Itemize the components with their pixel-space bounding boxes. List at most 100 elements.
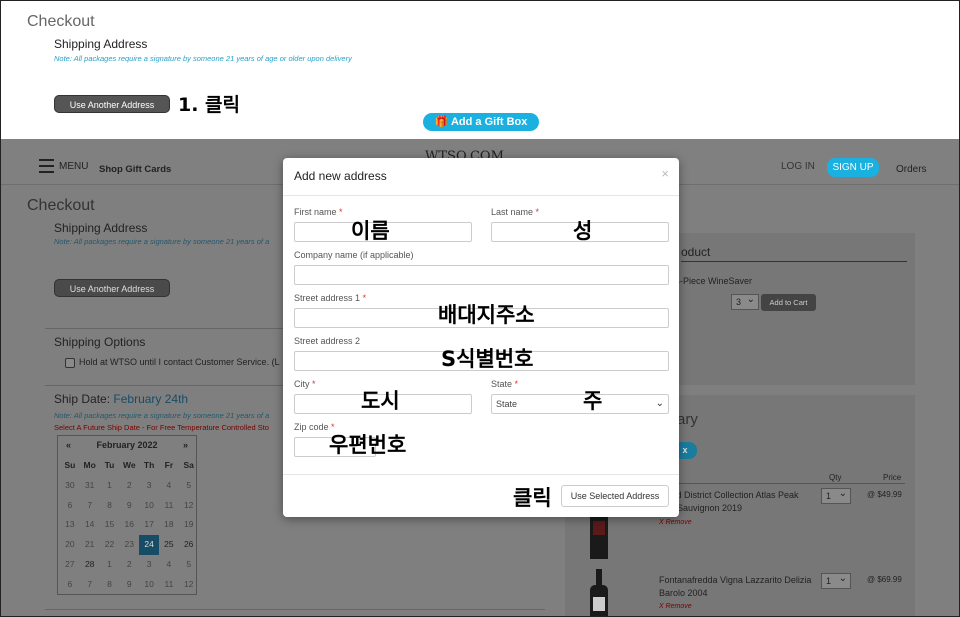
signature-note-page: Note: All packages require a signature b… (54, 237, 270, 246)
future-ship-date-note: Select A Future Ship Date - For Free Tem… (54, 423, 269, 432)
use-another-address-button-page[interactable]: Use Another Address (54, 279, 170, 297)
calendar-day[interactable]: 3 (139, 555, 159, 575)
company-input[interactable] (294, 265, 669, 285)
add-address-modal: Add new address × First name * Last name… (283, 158, 679, 517)
use-another-address-button[interactable]: Use Another Address (54, 95, 170, 113)
calendar-day[interactable]: 2 (119, 555, 139, 575)
calendar-day[interactable]: 20 (60, 535, 80, 555)
calendar-day[interactable]: 18 (159, 515, 179, 535)
cart-item-qty-select[interactable]: 1 (821, 486, 851, 504)
cart-item-name-line: rnet Sauvignon 2019 (659, 503, 743, 513)
hold-checkbox[interactable] (65, 357, 75, 368)
annotation-city: 도시 (361, 389, 400, 413)
calendar-day[interactable]: 13 (60, 515, 80, 535)
calendar-day[interactable]: 2 (119, 476, 139, 496)
calendar-day[interactable]: 1 (100, 476, 120, 496)
orders-link[interactable]: Orders (896, 164, 927, 175)
calendar-dow: Th (143, 460, 155, 470)
price-column-header: Price (883, 473, 902, 482)
menu-label[interactable]: MENU (59, 161, 88, 172)
annotation-first-name: 이름 (351, 219, 390, 243)
annotation-click: 클릭 (513, 486, 552, 510)
signup-button[interactable]: SIGN UP (827, 158, 879, 177)
calendar-day[interactable]: 10 (139, 575, 159, 595)
cart-item-name-line: Fontanafredda Vigna Lazzarito Delizia (659, 575, 812, 585)
annotation-click-step-1: 1. 클릭 (178, 94, 241, 116)
cart-item-name-line: mond District Collection Atlas Peak (659, 490, 799, 500)
login-link[interactable]: LOG IN (781, 161, 815, 172)
annotation-street-2: S식별번호 (441, 347, 534, 371)
calendar-day[interactable]: 25 (159, 535, 179, 555)
calendar-day[interactable]: 12 (179, 575, 199, 595)
wine-bottle-image (590, 569, 608, 616)
calendar-next-button[interactable]: » (183, 440, 188, 450)
calendar-day[interactable]: 6 (60, 496, 80, 516)
calendar-day[interactable]: 3 (139, 476, 159, 496)
shipping-address-heading: Shipping Address (54, 37, 148, 51)
calendar-day[interactable]: 4 (159, 555, 179, 575)
add-to-cart-button[interactable]: Add to Cart (761, 294, 816, 311)
add-gift-box-button[interactable]: 🎁 Add a Gift Box (423, 113, 539, 131)
product-qty-select[interactable]: 3 (731, 292, 759, 310)
calendar-day[interactable]: 12 (179, 496, 199, 516)
cart-item-name[interactable]: Fontanafredda Vigna Lazzarito Delizia Ba… (659, 574, 811, 600)
calendar-day[interactable]: 8 (100, 496, 120, 516)
calendar-day[interactable]: 4 (159, 476, 179, 496)
calendar-day[interactable]: 23 (119, 535, 139, 555)
calendar-day[interactable]: 11 (159, 496, 179, 516)
hold-option[interactable]: Hold at WTSO until I contact Customer Se… (65, 357, 280, 368)
annotation-street-1: 배대지주소 (438, 303, 535, 327)
calendar-day[interactable]: 7 (80, 575, 100, 595)
product-box-title: oduct (681, 245, 711, 259)
calendar-day[interactable]: 16 (119, 515, 139, 535)
calendar-day[interactable]: 26 (179, 535, 199, 555)
cart-item-price: @ $49.99 (867, 490, 902, 499)
calendar-day[interactable]: 31 (80, 476, 100, 496)
product-item-name: 4-Piece WineSaver (675, 276, 753, 286)
calendar-day[interactable]: 5 (179, 555, 199, 575)
calendar-day[interactable]: 14 (80, 515, 100, 535)
qty-column-header: Qty (829, 473, 842, 482)
shop-gift-cards-link[interactable]: Shop Gift Cards (99, 164, 171, 175)
calendar-day[interactable]: 7 (80, 496, 100, 516)
calendar-day[interactable]: 10 (139, 496, 159, 516)
ship-signature-note: Note: All packages require a signature b… (54, 411, 270, 420)
calendar-day[interactable]: 19 (179, 515, 199, 535)
shipping-address-heading-page: Shipping Address (54, 221, 148, 235)
hamburger-menu-icon[interactable] (39, 159, 54, 173)
close-icon[interactable]: × (661, 166, 669, 181)
calendar-grid: Su Mo Tu We Th Fr Sa 30 31 1 2 3 4 5 6 7 8 9 10 11 12 13 14 15 1… (60, 456, 196, 595)
calendar-day[interactable]: 11 (159, 575, 179, 595)
calendar-day[interactable]: 6 (60, 575, 80, 595)
calendar-day[interactable]: 30 (60, 476, 80, 496)
cart-item-remove-link[interactable]: X Remove (659, 519, 692, 526)
calendar-day[interactable]: 27 (60, 555, 80, 575)
calendar-day[interactable]: 17 (139, 515, 159, 535)
signature-note: Note: All packages require a signature b… (54, 54, 352, 63)
cart-item-remove-link[interactable]: X Remove (659, 603, 692, 610)
cart-item-name[interactable]: mond District Collection Atlas Peak rnet… (659, 489, 799, 515)
modal-title: Add new address (294, 169, 387, 183)
cart-item-name-line: Barolo 2004 (659, 588, 708, 598)
use-selected-address-button[interactable]: Use Selected Address (561, 485, 669, 507)
calendar-day[interactable]: 8 (100, 575, 120, 595)
calendar-day[interactable]: 9 (119, 575, 139, 595)
cart-item-price: @ $69.99 (867, 575, 902, 584)
gift-icon: 🎁 (434, 116, 449, 128)
calendar-day[interactable]: 22 (100, 535, 120, 555)
screenshot-frame: Checkout Shipping Address Note: All pack… (0, 0, 960, 617)
calendar-day[interactable]: 15 (100, 515, 120, 535)
calendar-day[interactable]: 9 (119, 496, 139, 516)
calendar-day[interactable]: 1 (100, 555, 120, 575)
divider (283, 474, 679, 475)
calendar-day[interactable]: 24 (139, 535, 159, 555)
company-label: Company name (if applicable) (294, 250, 414, 260)
calendar-day[interactable]: 28 (80, 555, 100, 575)
calendar-day[interactable]: 21 (80, 535, 100, 555)
divider (45, 609, 545, 610)
state-select[interactable]: State ⌄ (491, 394, 669, 414)
ship-date-heading: Ship Date: February 24th (54, 392, 188, 406)
cart-item-qty-select[interactable]: 1 (821, 571, 851, 589)
calendar-day[interactable]: 5 (179, 476, 199, 496)
calendar-dow: We (122, 460, 136, 470)
